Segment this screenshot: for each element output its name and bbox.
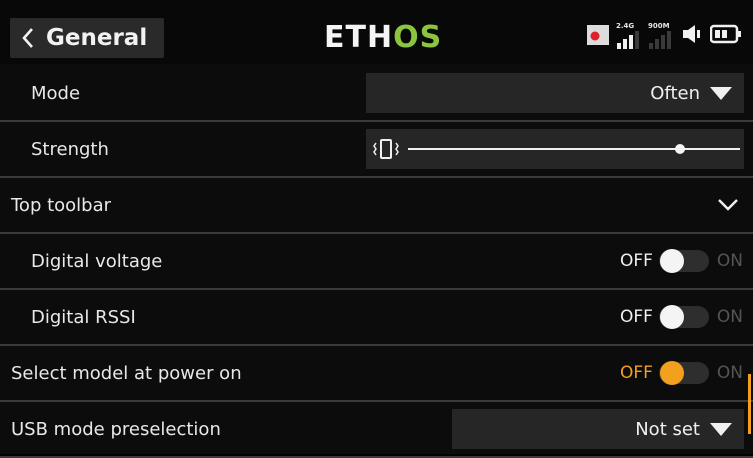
ethos-logo: ETHOS: [324, 20, 442, 55]
toggle-off-label: OFF: [619, 363, 653, 383]
header-bar: General ETHOS 2.4G 900M: [0, 0, 753, 64]
mode-label: Mode: [31, 82, 81, 104]
toggle-on-label: ON: [716, 307, 743, 327]
signal-2-4g-icon: 2.4G: [616, 22, 642, 50]
speaker-icon: [682, 22, 704, 50]
toggle-knob: [659, 249, 684, 273]
record-icon: [586, 24, 610, 50]
chevron-down-icon[interactable]: [717, 197, 739, 216]
row-select-model: Select model at power on OFF ON: [0, 346, 753, 402]
toggle-track: [658, 361, 709, 385]
signal-900m-icon: 900M: [648, 22, 676, 50]
back-button[interactable]: General: [10, 18, 164, 58]
mode-value: Often: [650, 82, 700, 104]
top-toolbar-label: Top toolbar: [11, 194, 112, 216]
toggle-on-label: ON: [716, 251, 743, 271]
digital-voltage-toggle[interactable]: OFF ON: [619, 249, 743, 273]
row-usb-mode: USB mode preselection Not set: [0, 402, 753, 458]
row-mode: Mode Often: [0, 66, 753, 122]
toggle-on-label: ON: [716, 363, 743, 383]
toggle-knob: [659, 361, 684, 385]
digital-rssi-label: Digital RSSI: [31, 306, 136, 328]
logo-text-primary: ETH: [324, 20, 394, 55]
vibration-icon: [372, 138, 400, 164]
settings-list: Mode Often Strength Top toolbar Digital …: [0, 66, 753, 458]
usb-mode-value: Not set: [635, 418, 700, 440]
digital-voltage-label: Digital voltage: [31, 250, 163, 272]
usb-mode-dropdown[interactable]: Not set: [452, 409, 744, 449]
battery-icon: [709, 22, 742, 50]
select-model-toggle[interactable]: OFF ON: [619, 361, 743, 385]
toggle-track: [658, 305, 709, 329]
triangle-down-icon: [710, 86, 732, 100]
status-icons: 2.4G 900M: [586, 22, 742, 50]
logo-text-accent: OS: [393, 20, 443, 55]
strength-slider[interactable]: [366, 129, 744, 169]
select-model-label: Select model at power on: [11, 362, 242, 384]
slider-track: [408, 148, 740, 150]
triangle-down-icon: [710, 422, 732, 436]
scrollbar[interactable]: [748, 374, 751, 434]
row-top-toolbar[interactable]: Top toolbar: [0, 178, 753, 234]
usb-mode-label: USB mode preselection: [11, 418, 221, 440]
page-title: General: [46, 25, 148, 51]
row-digital-rssi: Digital RSSI OFF ON: [0, 290, 753, 346]
mode-dropdown[interactable]: Often: [366, 73, 744, 113]
chevron-left-icon: [10, 26, 46, 50]
strength-label: Strength: [31, 138, 109, 160]
toggle-knob: [659, 305, 684, 329]
screen: General ETHOS 2.4G 900M Mode Often Stren…: [0, 0, 753, 458]
row-digital-voltage: Digital voltage OFF ON: [0, 234, 753, 290]
digital-rssi-toggle[interactable]: OFF ON: [619, 305, 743, 329]
toggle-track: [658, 249, 709, 273]
slider-handle[interactable]: [675, 144, 686, 154]
toggle-off-label: OFF: [619, 251, 653, 271]
row-strength: Strength: [0, 122, 753, 178]
toggle-off-label: OFF: [619, 307, 653, 327]
